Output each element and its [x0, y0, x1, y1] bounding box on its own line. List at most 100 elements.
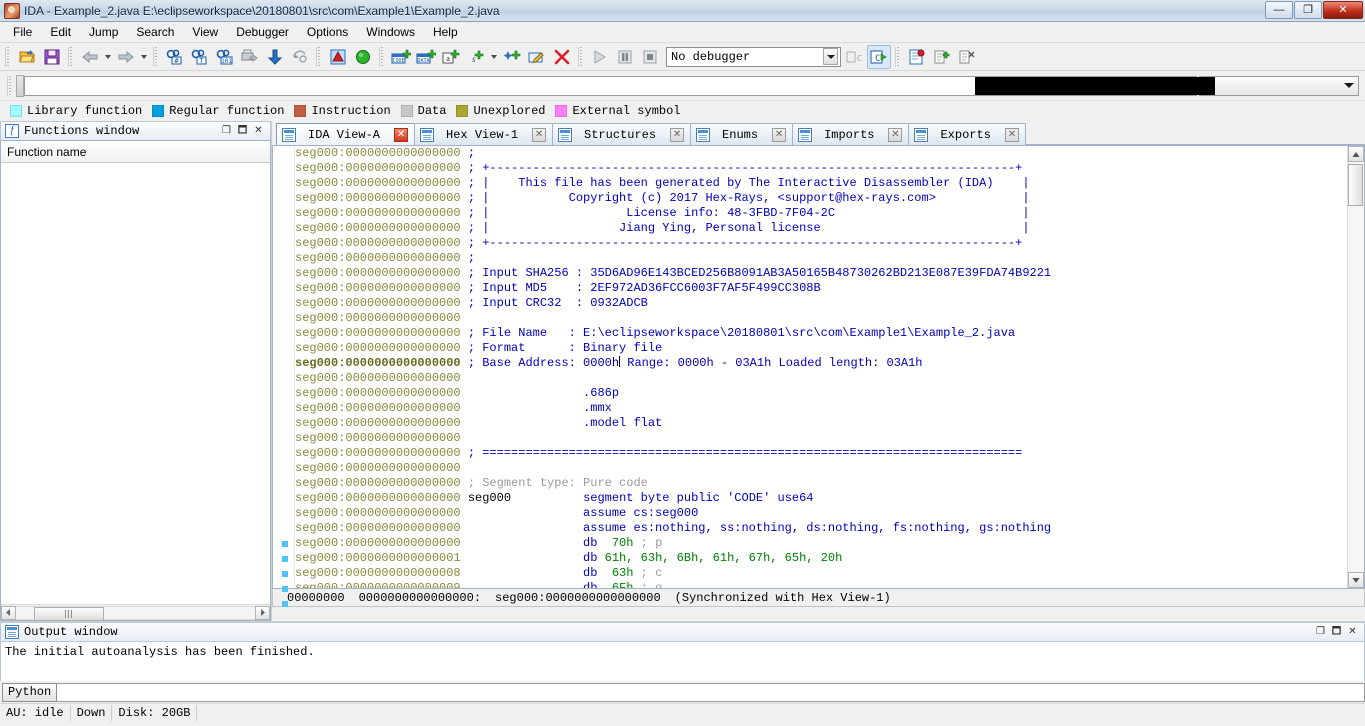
- disassembly-line[interactable]: seg000:0000000000000000: [295, 311, 1347, 326]
- search-hex-icon[interactable]: #: [163, 45, 187, 69]
- tab-close-icon[interactable]: ✕: [772, 127, 787, 142]
- close-button[interactable]: ✕: [1323, 1, 1363, 19]
- toolbar-grip-4[interactable]: [316, 46, 322, 67]
- menu-item-options[interactable]: Options: [298, 23, 357, 41]
- navigator-jump-combo[interactable]: [1199, 75, 1359, 96]
- scroll-down-icon[interactable]: [1348, 572, 1364, 588]
- line-marker-icon[interactable]: [282, 541, 288, 547]
- run-debugger-icon[interactable]: [588, 45, 612, 69]
- disassembly-line[interactable]: seg000:0000000000000008 db 63h ; c: [295, 566, 1347, 581]
- disassembly-line[interactable]: seg000:0000000000000000 .model flat: [295, 416, 1347, 431]
- chevron-down-icon[interactable]: [823, 48, 838, 65]
- save-icon[interactable]: [40, 45, 64, 69]
- warning-icon[interactable]: [326, 45, 350, 69]
- tab-close-icon[interactable]: ✕: [394, 127, 409, 142]
- restore-button[interactable]: ❐: [1294, 1, 1322, 19]
- disassembly-line[interactable]: seg000:0000000000000000 ;: [295, 251, 1347, 266]
- functions-hscroll-thumb[interactable]: [34, 606, 104, 621]
- navigator-band-handle[interactable]: [16, 74, 24, 97]
- menu-item-jump[interactable]: Jump: [80, 23, 127, 41]
- disassembly-line[interactable]: seg000:0000000000000000: [295, 371, 1347, 386]
- command-input[interactable]: [57, 682, 1365, 702]
- make-data-icon[interactable]: DATA: [414, 45, 438, 69]
- stop-icon[interactable]: [638, 45, 662, 69]
- run-green-icon[interactable]: [351, 45, 375, 69]
- disassembly-line[interactable]: seg000:0000000000000000 assume es:nothin…: [295, 521, 1347, 536]
- navigator-grip[interactable]: [7, 75, 13, 96]
- make-struct-dropdown-icon[interactable]: [489, 46, 499, 68]
- decompile-func-icon[interactable]: C: [867, 44, 891, 69]
- open-file-icon[interactable]: [15, 45, 39, 69]
- disassembly-line[interactable]: seg000:0000000000000000 ; Input MD5 : 2E…: [295, 281, 1347, 296]
- toolbar-grip-5[interactable]: [379, 46, 385, 67]
- make-code-icon[interactable]: CODE: [389, 45, 413, 69]
- disassembly-line[interactable]: seg000:0000000000000000 ; File Name : E:…: [295, 326, 1347, 341]
- jump-down-icon[interactable]: [263, 45, 287, 69]
- menu-item-help[interactable]: Help: [424, 23, 467, 41]
- toolbar-grip-7[interactable]: [895, 46, 901, 67]
- make-array-icon[interactable]: [500, 45, 524, 69]
- scroll-right-icon[interactable]: [255, 605, 270, 620]
- disassembly-line[interactable]: seg000:0000000000000000 ; Input CRC32 : …: [295, 296, 1347, 311]
- tab-exports[interactable]: Exports ✕: [908, 123, 1026, 145]
- delete-icon[interactable]: [550, 45, 574, 69]
- disassembly-vscrollbar[interactable]: [1347, 146, 1364, 588]
- disassembly-line[interactable]: seg000:0000000000000000 ; +-------------…: [295, 161, 1347, 176]
- tab-close-icon[interactable]: ✕: [888, 127, 903, 142]
- decompile-icon[interactable]: C: [842, 45, 866, 69]
- disassembly-line[interactable]: seg000:0000000000000000 ; Format : Binar…: [295, 341, 1347, 356]
- search-sequence-icon[interactable]: 101: [213, 45, 237, 69]
- navigate-back-dropdown-icon[interactable]: [103, 46, 113, 68]
- undo-icon[interactable]: [288, 45, 312, 69]
- menu-item-search[interactable]: Search: [127, 23, 183, 41]
- add-breakpoint-icon[interactable]: [930, 45, 954, 69]
- restore-icon[interactable]: ❐: [1314, 626, 1327, 639]
- line-marker-icon[interactable]: [282, 556, 288, 562]
- close-icon[interactable]: ✕: [1346, 626, 1359, 639]
- restore-icon[interactable]: ❐: [220, 125, 233, 138]
- disassembly-line[interactable]: seg000:0000000000000000: [295, 461, 1347, 476]
- line-marker-icon[interactable]: [282, 586, 288, 592]
- menu-item-debugger[interactable]: Debugger: [227, 23, 298, 41]
- maximize-icon[interactable]: 🗖: [236, 125, 249, 138]
- line-marker-icon[interactable]: [282, 571, 288, 577]
- scroll-left-icon[interactable]: [1, 605, 16, 620]
- disassembly-line[interactable]: seg000:0000000000000001 db 61h, 63h, 6Bh…: [295, 551, 1347, 566]
- functions-list[interactable]: [1, 163, 270, 604]
- line-marker-icon[interactable]: [282, 601, 288, 607]
- disassembly-line[interactable]: seg000:0000000000000000 .mmx: [295, 401, 1347, 416]
- make-struct-icon[interactable]: s: [464, 45, 488, 69]
- disassembly-line[interactable]: seg000:0000000000000009 db 6Fh ; o: [295, 581, 1347, 588]
- tab-close-icon[interactable]: ✕: [532, 127, 547, 142]
- menu-item-edit[interactable]: Edit: [41, 23, 80, 41]
- tab-close-icon[interactable]: ✕: [670, 127, 685, 142]
- maximize-icon[interactable]: 🗖: [1330, 626, 1343, 639]
- make-ascii-icon[interactable]: a: [439, 45, 463, 69]
- disassembly-line[interactable]: seg000:0000000000000000 ; | License info…: [295, 206, 1347, 221]
- disassembly-line[interactable]: seg000:0000000000000000 ;: [295, 146, 1347, 161]
- toolbar-grip[interactable]: [5, 46, 11, 67]
- disassembly-line[interactable]: seg000:0000000000000000 ; Segment type: …: [295, 476, 1347, 491]
- menu-item-file[interactable]: File: [4, 23, 41, 41]
- toolbar-grip-6[interactable]: [578, 46, 584, 67]
- menu-item-windows[interactable]: Windows: [357, 23, 424, 41]
- functions-column-header[interactable]: Function name: [1, 141, 270, 163]
- tab-structures[interactable]: Structures ✕: [552, 123, 692, 145]
- disassembly-text[interactable]: seg000:0000000000000000 ; seg000:00000000…: [295, 146, 1347, 588]
- disassembly-line[interactable]: seg000:0000000000000000 seg000 segment b…: [295, 491, 1347, 506]
- minimize-button[interactable]: —: [1265, 1, 1293, 19]
- output-window-body[interactable]: The initial autoanalysis has been finish…: [0, 642, 1365, 681]
- tab-enums[interactable]: Enums ✕: [690, 123, 794, 145]
- disassembly-line[interactable]: seg000:0000000000000000 ; | Copyright (c…: [295, 191, 1347, 206]
- menu-item-view[interactable]: View: [183, 23, 227, 41]
- toolbar-grip-2[interactable]: [68, 46, 74, 67]
- python-language-button[interactable]: Python: [2, 682, 58, 702]
- pause-icon[interactable]: [613, 45, 637, 69]
- scroll-up-icon[interactable]: [1348, 146, 1364, 162]
- disassembly-line[interactable]: seg000:0000000000000000: [295, 431, 1347, 446]
- disassembly-line[interactable]: seg000:0000000000000000 ; | This file ha…: [295, 176, 1347, 191]
- navigate-back-icon[interactable]: [78, 45, 102, 69]
- disassembly-line[interactable]: seg000:0000000000000000 ; +-------------…: [295, 236, 1347, 251]
- navigate-forward-icon[interactable]: [114, 45, 138, 69]
- tab-ida-view-a[interactable]: IDA View-A ✕: [276, 123, 416, 145]
